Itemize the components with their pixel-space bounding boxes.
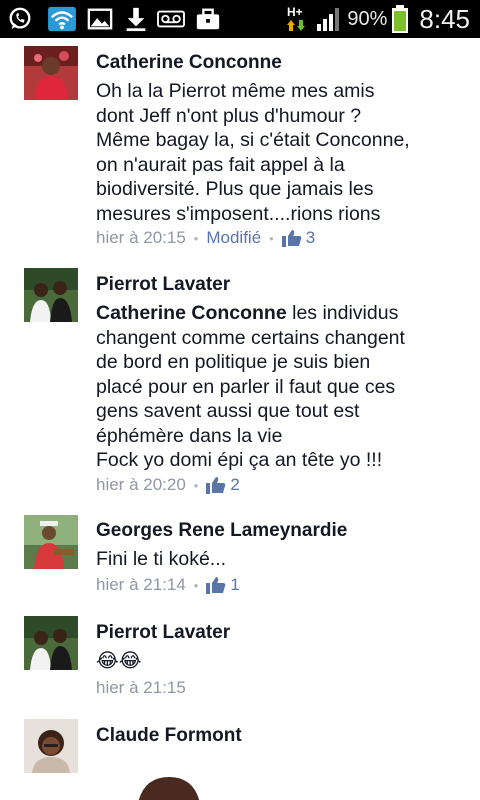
comment-body: Catherine Conconne les individus changen… — [96, 301, 456, 473]
comment-line: Catherine Conconne les individus — [96, 301, 456, 326]
like-thumb-icon[interactable] — [206, 576, 226, 594]
comment-line: changent comme certains changent — [96, 326, 405, 349]
comment-timestamp[interactable]: hier à 21:14 — [96, 575, 186, 595]
comments-feed[interactable]: Catherine Conconne Oh la la Pierrot même… — [0, 38, 480, 800]
comment-line: Oh la la Pierrot même mes amis — [96, 80, 375, 102]
avatar[interactable] — [24, 268, 78, 322]
separator-dot: • — [193, 230, 199, 246]
comment-line: de bord en politique je suis bien — [96, 351, 371, 373]
comment-line: Fini le ti koké... — [96, 548, 227, 570]
status-bar: H+ 90% 8:45 — [0, 0, 480, 38]
battery-percent: 90% — [347, 7, 388, 30]
download-icon — [126, 7, 146, 32]
comment-line-text: les individus — [286, 302, 399, 324]
like-count[interactable]: 3 — [306, 228, 315, 248]
gallery-icon — [87, 8, 113, 30]
like-thumb-icon[interactable] — [281, 229, 302, 247]
comment-emoji-line: 😂😂 — [96, 650, 142, 672]
comment-line: placé pour en parler il faut que ces — [96, 375, 396, 398]
avatar[interactable] — [24, 515, 78, 569]
separator-dot: • — [193, 577, 199, 593]
comment-meta: hier à 20:15 • Modifié • 3 — [96, 228, 315, 248]
edited-label[interactable]: Modifié — [206, 228, 261, 248]
comment-author[interactable]: Catherine Conconne — [96, 52, 282, 74]
comment-body: Fini le ti koké... — [96, 547, 456, 572]
comment-meta: hier à 21:14 • 1 — [96, 575, 240, 595]
comment-body: Oh la la Pierrot même mes amis dont Jeff… — [96, 79, 456, 226]
comment-line: dont Jeff n'ont plus d'humour ? — [96, 104, 362, 127]
comment-author[interactable]: Pierrot Lavater — [96, 622, 230, 644]
comment-line: éphémère dans la vie — [96, 424, 283, 447]
like-count[interactable]: 2 — [230, 475, 239, 495]
avatar[interactable] — [24, 616, 78, 670]
briefcase-icon — [196, 8, 220, 30]
comment-meta: hier à 21:15 — [96, 678, 186, 698]
comment-author[interactable]: Claude Formont — [96, 725, 242, 747]
wifi-icon — [48, 6, 76, 32]
whatsapp-icon — [9, 7, 31, 30]
signal-icon — [317, 8, 340, 31]
mention-link[interactable]: Catherine Conconne — [96, 302, 287, 324]
comment-line: gens savent aussi que tout est — [96, 400, 360, 422]
avatar[interactable] — [24, 46, 78, 100]
comment-author[interactable]: Georges Rene Lameynardie — [96, 520, 347, 542]
avatar[interactable] — [24, 719, 78, 773]
network-arrows-icon: H+ — [287, 5, 306, 31]
like-count[interactable]: 1 — [230, 575, 239, 595]
comment-body: 😂😂 — [96, 649, 456, 674]
voicemail-icon — [157, 10, 185, 28]
comment-timestamp[interactable]: hier à 20:20 — [96, 475, 186, 495]
comment-meta: hier à 20:20 • 2 — [96, 475, 240, 495]
separator-dot: • — [193, 477, 199, 493]
clock: 8:45 — [419, 3, 470, 34]
comment-timestamp[interactable]: hier à 20:15 — [96, 228, 186, 248]
like-thumb-icon[interactable] — [206, 476, 226, 494]
comment-line: biodiversité. Plus que jamais les — [96, 178, 374, 200]
comment-line: Fock yo domi épi ça an tête yo !!! — [96, 449, 383, 471]
svg-text:H+: H+ — [287, 5, 303, 19]
comment-line: mesures s'imposent....rions rions — [96, 202, 381, 225]
comment-line: Même bagay la, si c'était Conconne, — [96, 129, 410, 151]
battery-icon — [392, 5, 409, 33]
comment-line: on n'aurait pas fait appel à la — [96, 153, 345, 176]
comment-author[interactable]: Pierrot Lavater — [96, 274, 230, 296]
sticker-image — [138, 777, 200, 800]
separator-dot: • — [269, 230, 274, 246]
comment-timestamp[interactable]: hier à 21:15 — [96, 678, 186, 698]
